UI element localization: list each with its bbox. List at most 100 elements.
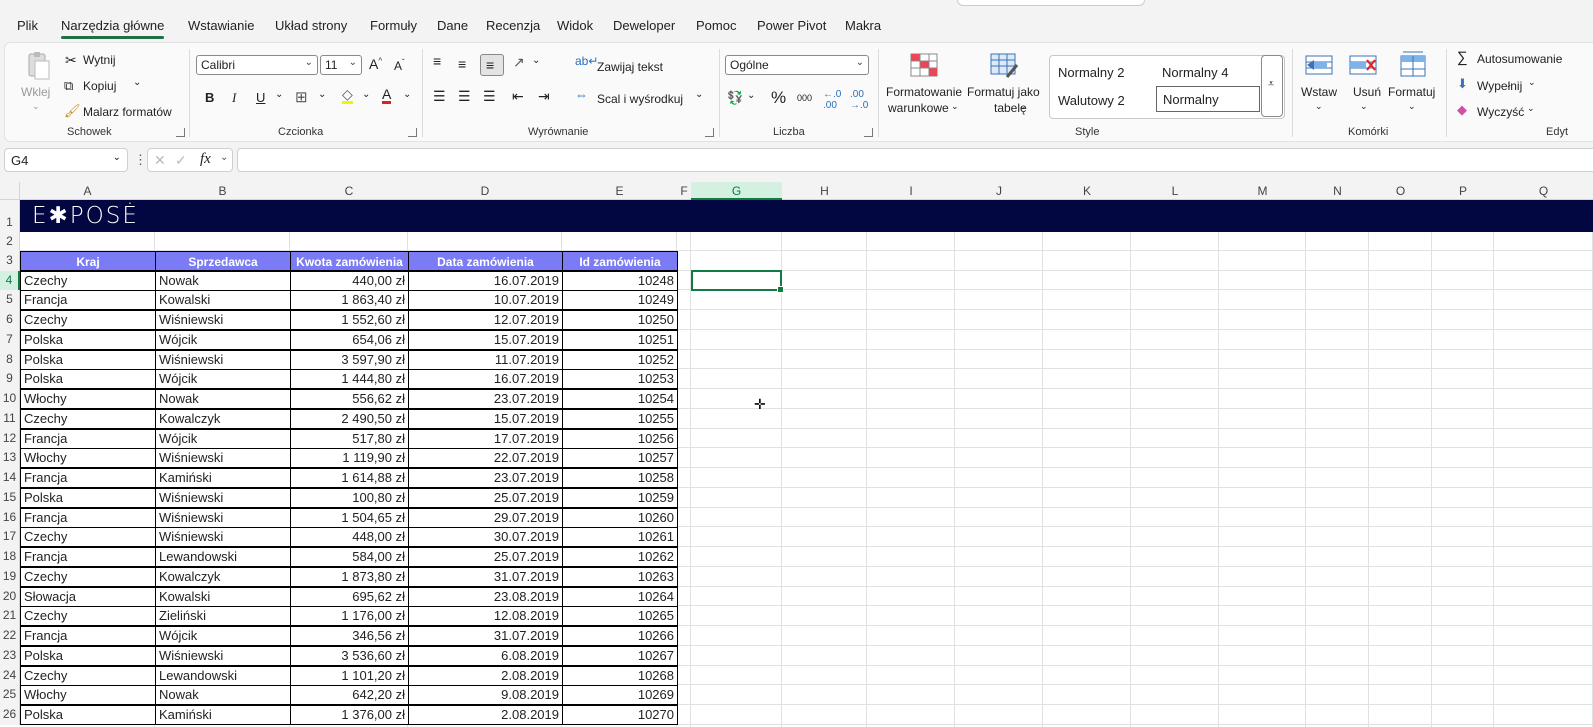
table-cell[interactable]: 23.07.2019: [408, 389, 563, 409]
cut-button[interactable]: Wytnij: [83, 53, 116, 67]
paste-chevron-icon[interactable]: ⌄: [32, 101, 40, 112]
table-cell[interactable]: 1 376,00 zł: [290, 705, 409, 725]
style-currency-2[interactable]: Walutowy 2: [1058, 93, 1125, 108]
table-cell[interactable]: Polska: [20, 349, 156, 370]
table-cell[interactable]: 10249: [562, 290, 678, 311]
row-header-10[interactable]: 10: [0, 389, 20, 409]
more-options-icon[interactable]: ⋮: [134, 152, 147, 168]
column-header-q[interactable]: Q: [1494, 182, 1593, 200]
table-cell[interactable]: 440,00 zł: [290, 270, 409, 291]
table-cell[interactable]: Czechy: [20, 606, 156, 627]
table-cell[interactable]: Czechy: [20, 665, 156, 686]
insert-function-button[interactable]: fx: [200, 151, 211, 168]
row-header-6[interactable]: 6: [0, 310, 20, 330]
row-header-1[interactable]: 1: [0, 200, 20, 232]
number-format-select[interactable]: Ogólne ⌄: [725, 55, 869, 75]
table-cell[interactable]: 2 490,50 zł: [290, 408, 409, 429]
italic-button[interactable]: I: [232, 90, 236, 106]
table-cell[interactable]: Czechy: [20, 527, 156, 548]
table-cell[interactable]: 1 444,80 zł: [290, 369, 409, 390]
table-cell[interactable]: 12.07.2019: [408, 310, 563, 330]
tab-data[interactable]: Dane: [437, 18, 468, 33]
decrease-indent-icon[interactable]: ⇤: [512, 88, 524, 105]
insert-cells-button[interactable]: Wstaw: [1301, 85, 1337, 99]
table-cell[interactable]: 15.07.2019: [408, 329, 563, 350]
borders-icon[interactable]: ⊞: [295, 88, 308, 106]
table-cell[interactable]: Słowacja: [20, 586, 156, 607]
table-header-cell[interactable]: Kwota zamówienia: [290, 251, 409, 271]
increase-indent-icon[interactable]: ⇥: [538, 88, 550, 105]
table-cell[interactable]: Nowak: [155, 685, 291, 706]
tab-formulas[interactable]: Formuły: [370, 18, 417, 33]
conditional-formatting-button[interactable]: Formatowanie: [886, 85, 962, 99]
bold-button[interactable]: B: [205, 90, 214, 105]
table-cell[interactable]: 16.07.2019: [408, 270, 563, 291]
table-cell[interactable]: 1 614,88 zł: [290, 468, 409, 488]
paste-button[interactable]: Wklej: [21, 85, 50, 99]
merge-chevron-icon[interactable]: ⌄: [695, 89, 703, 100]
table-cell[interactable]: 10253: [562, 369, 678, 390]
row-header-5[interactable]: 5: [0, 290, 20, 310]
merge-center-button[interactable]: Scal i wyśrodkuj: [597, 92, 683, 106]
wrap-text-button[interactable]: Zawijaj tekst: [597, 60, 663, 74]
table-cell[interactable]: 448,00 zł: [290, 527, 409, 548]
row-header-19[interactable]: 19: [0, 566, 20, 587]
row-header-7[interactable]: 7: [0, 329, 20, 350]
table-cell[interactable]: 16.07.2019: [408, 369, 563, 390]
style-normal-2[interactable]: Normalny 2: [1058, 65, 1124, 80]
number-launcher-icon[interactable]: [864, 128, 873, 137]
tab-review[interactable]: Recenzja: [486, 18, 540, 33]
table-cell[interactable]: Francja: [20, 626, 156, 646]
currency-chevron-icon[interactable]: ⌄: [747, 90, 755, 101]
table-cell[interactable]: 23.07.2019: [408, 468, 563, 488]
row-header-12[interactable]: 12: [0, 428, 20, 449]
style-normal[interactable]: Normalny: [1156, 86, 1260, 112]
thousands-button[interactable]: 000: [797, 93, 812, 103]
tab-view[interactable]: Widok: [557, 18, 593, 33]
table-cell[interactable]: 10252: [562, 349, 678, 370]
table-cell[interactable]: Czechy: [20, 566, 156, 587]
table-cell[interactable]: 517,80 zł: [290, 428, 409, 449]
table-cell[interactable]: Kowalski: [155, 290, 291, 311]
column-header-p[interactable]: P: [1432, 182, 1494, 200]
row-header-24[interactable]: 24: [0, 665, 20, 686]
increase-decimal-icon[interactable]: ←.0.00: [823, 89, 841, 111]
row-header-14[interactable]: 14: [0, 468, 20, 488]
autosum-button[interactable]: Autosumowanie: [1477, 52, 1562, 66]
select-all-corner[interactable]: [0, 182, 20, 200]
conditional-formatting-button-line2[interactable]: warunkowe: [888, 101, 949, 115]
row-header-15[interactable]: 15: [0, 487, 20, 508]
table-cell[interactable]: Polska: [20, 645, 156, 666]
table-cell[interactable]: 10263: [562, 566, 678, 587]
row-header-2[interactable]: 2: [0, 232, 20, 251]
table-cell[interactable]: 10.07.2019: [408, 290, 563, 311]
column-header-c[interactable]: C: [290, 182, 408, 200]
table-cell[interactable]: Wiśniewski: [155, 645, 291, 666]
tab-file[interactable]: Plik: [17, 18, 38, 33]
column-header-h[interactable]: H: [782, 182, 867, 200]
clipboard-launcher-icon[interactable]: [176, 128, 185, 137]
row-header-26[interactable]: 26: [0, 705, 20, 725]
table-cell[interactable]: 346,56 zł: [290, 626, 409, 646]
table-cell[interactable]: 10255: [562, 408, 678, 429]
table-cell[interactable]: 10254: [562, 389, 678, 409]
delete-cells-button[interactable]: Usuń: [1353, 85, 1381, 99]
table-cell[interactable]: 23.08.2019: [408, 586, 563, 607]
format-cells-icon[interactable]: [1397, 49, 1429, 79]
styles-more-button[interactable]: ⩡: [1261, 55, 1283, 117]
table-cell[interactable]: Wójcik: [155, 329, 291, 350]
name-box[interactable]: G4 ⌄: [4, 148, 128, 172]
alignment-launcher-icon[interactable]: [705, 128, 714, 137]
column-header-n[interactable]: N: [1306, 182, 1369, 200]
fill-color-chevron-icon[interactable]: ⌄: [362, 89, 370, 100]
currency-icon[interactable]: 💱: [727, 90, 743, 106]
table-cell[interactable]: 2.08.2019: [408, 665, 563, 686]
table-cell[interactable]: 10268: [562, 665, 678, 686]
row-header-20[interactable]: 20: [0, 586, 20, 607]
delete-cells-icon[interactable]: [1347, 51, 1379, 79]
formula-input[interactable]: [237, 148, 1593, 172]
tab-page-layout[interactable]: Układ strony: [275, 18, 347, 33]
column-header-m[interactable]: M: [1219, 182, 1306, 200]
tab-macros[interactable]: Makra: [845, 18, 881, 33]
column-header-a[interactable]: A: [20, 182, 155, 200]
